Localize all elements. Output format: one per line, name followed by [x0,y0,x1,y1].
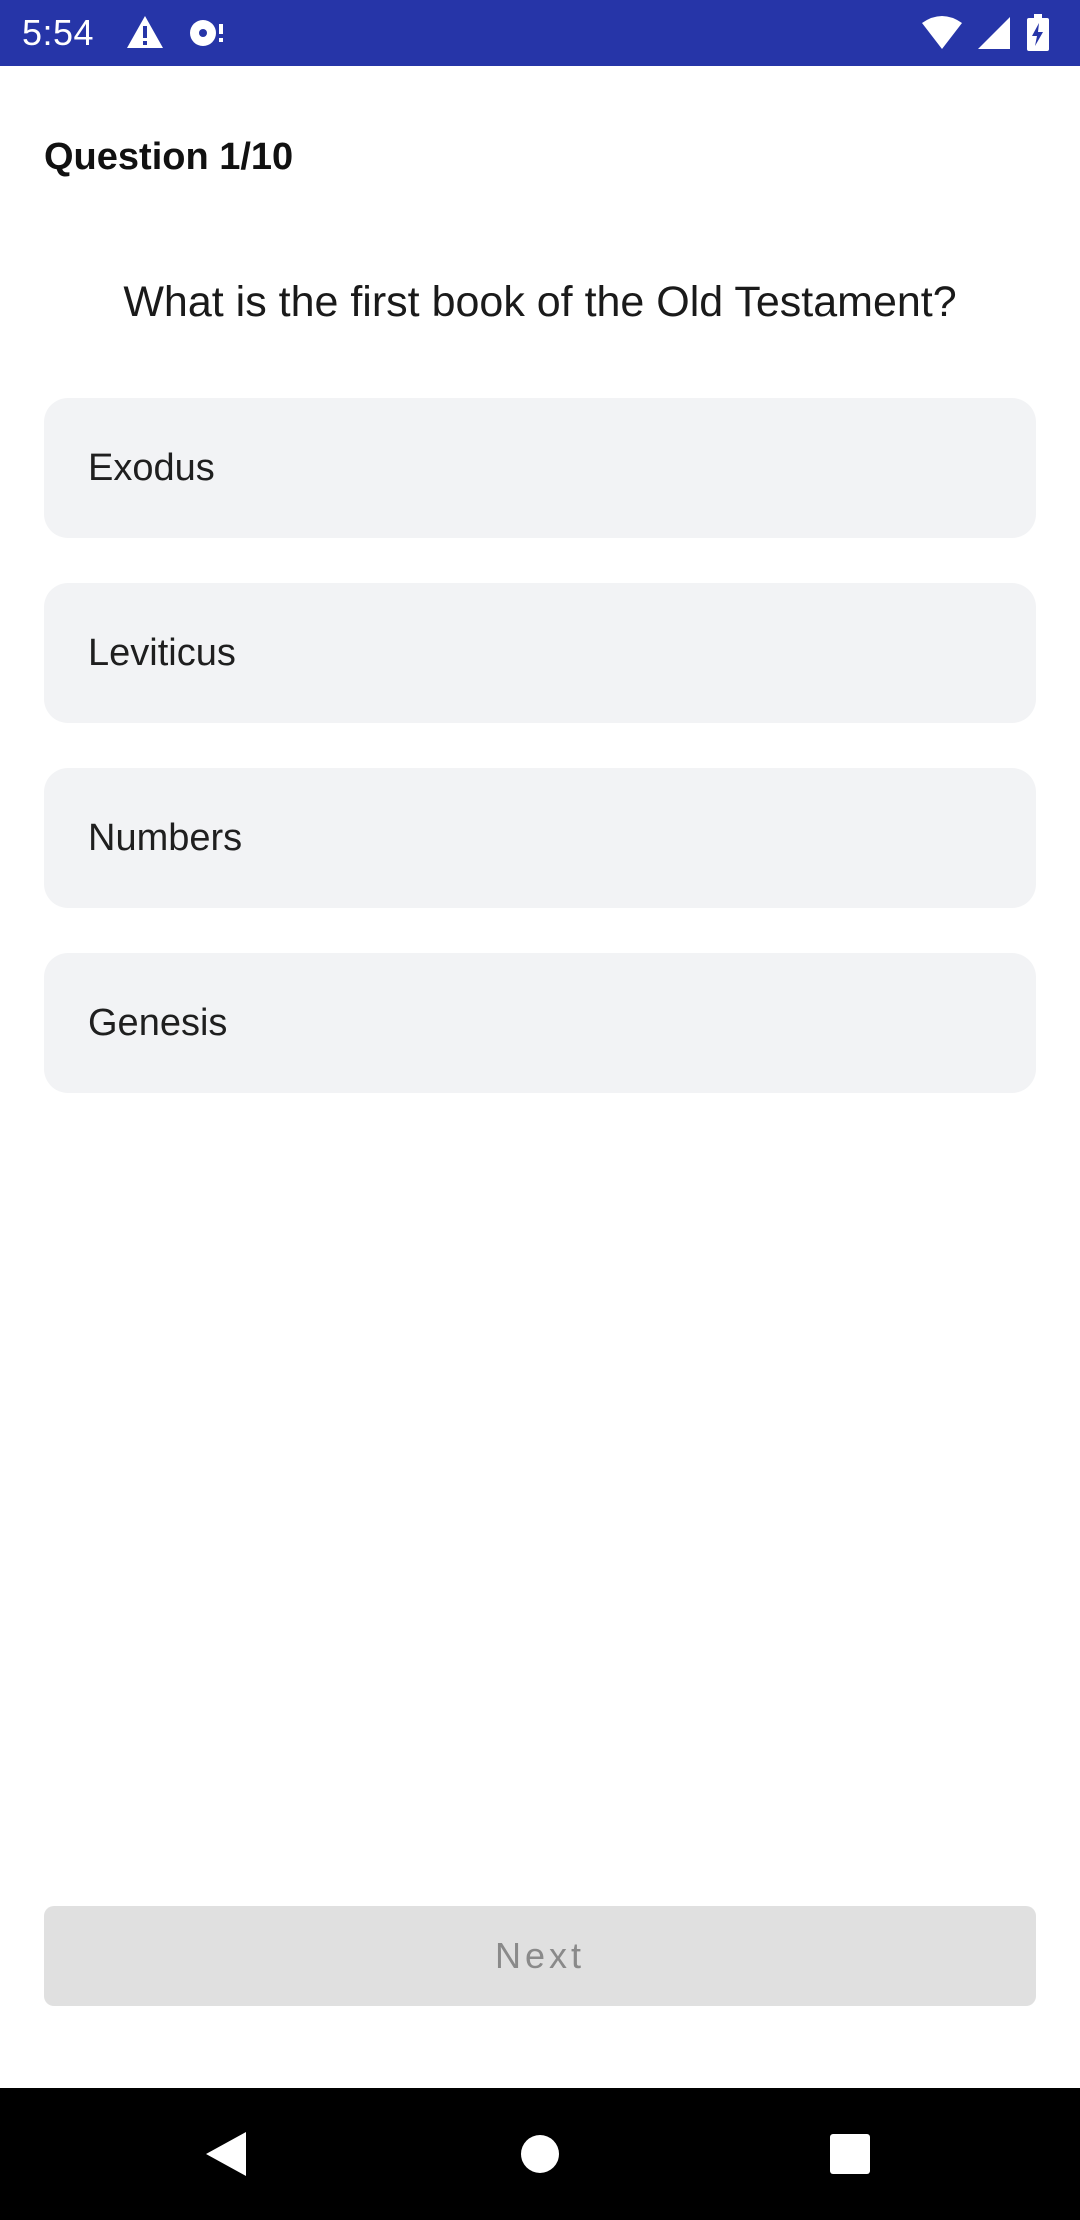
back-icon[interactable] [186,2088,266,2220]
answer-option-genesis[interactable]: Genesis [44,953,1036,1093]
signal-icon [976,15,1012,51]
answer-option-label: Exodus [88,446,215,489]
question-text: What is the first book of the Old Testam… [123,278,957,326]
answer-option-label: Leviticus [88,631,236,674]
wifi-icon [922,15,962,51]
home-icon[interactable] [500,2088,580,2220]
recents-icon[interactable] [810,2088,890,2220]
answer-options: Exodus Leviticus Numbers Genesis [44,398,1036,1138]
sync-icon [188,14,226,50]
status-bar: 5:54 [0,0,1080,66]
answer-option-label: Genesis [88,1001,228,1044]
warning-icon [126,14,164,50]
navigation-bar [0,2088,1080,2220]
battery-charging-icon [1026,14,1050,52]
answer-option-leviticus[interactable]: Leviticus [44,583,1036,723]
question-counter: Question 1/10 [44,136,294,178]
status-time: 5:54 [22,12,95,53]
answer-option-numbers[interactable]: Numbers [44,768,1036,908]
quiz-screen: 5:54 Question 1/10 What is the first boo… [0,0,1080,2220]
next-button[interactable]: Next [44,1906,1036,2006]
answer-option-exodus[interactable]: Exodus [44,398,1036,538]
answer-option-label: Numbers [88,816,243,859]
